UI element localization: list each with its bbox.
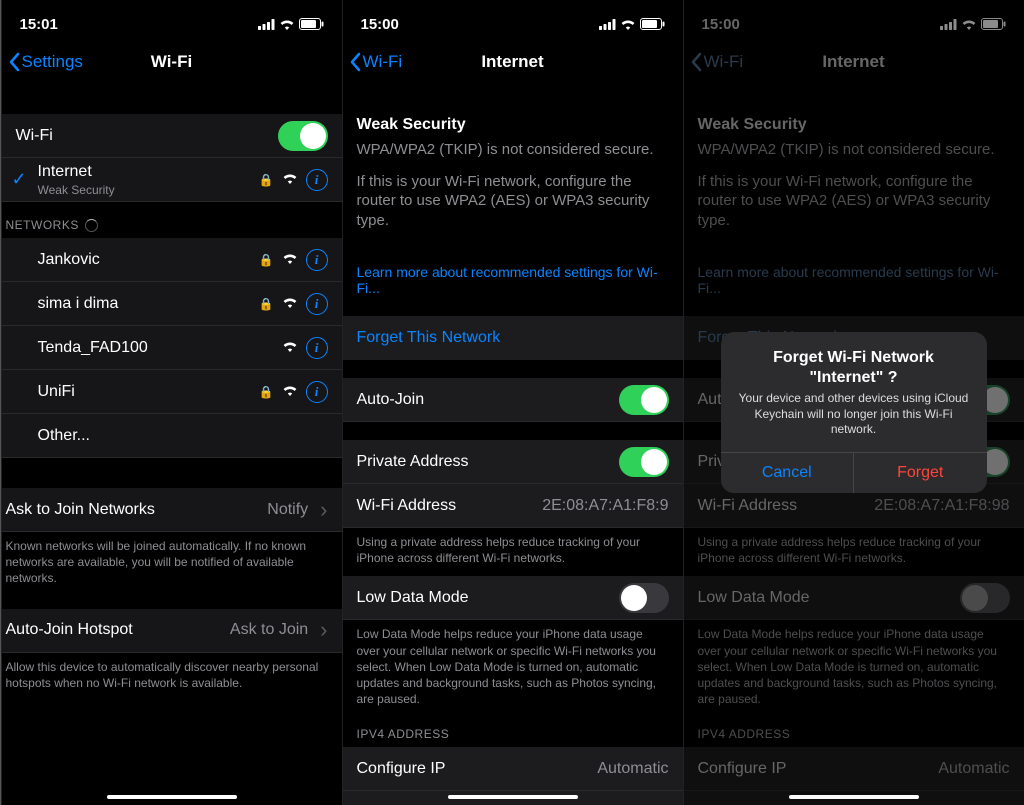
auto-join-row[interactable]: Auto-Join	[343, 378, 683, 422]
status-bar: 15:00	[343, 0, 683, 40]
auto-join-toggle[interactable]	[619, 385, 669, 415]
status-indicators	[258, 18, 324, 30]
wifi-toggle-row[interactable]: Wi-Fi	[2, 114, 342, 158]
connected-network-sub: Weak Security	[38, 183, 259, 197]
connected-network-row[interactable]: ✓ Internet Weak Security 🔒 i	[2, 158, 342, 202]
hotspot-footer: Allow this device to automatically disco…	[2, 653, 342, 695]
forget-alert: Forget Wi-Fi Network"Internet" ? Your de…	[721, 332, 987, 493]
info-icon[interactable]: i	[306, 169, 328, 191]
low-data-row[interactable]: Low Data Mode	[343, 576, 683, 620]
alert-message: Your device and other devices using iClo…	[735, 391, 973, 438]
wifi-address-row: Wi-Fi Address 2E:08:A7:A1:F8:9	[343, 484, 683, 528]
ask-join-value: Notify	[267, 497, 327, 523]
networks-header: NETWORKS	[2, 202, 342, 238]
home-indicator[interactable]	[107, 795, 237, 799]
lock-icon: 🔒	[259, 253, 274, 267]
low-data-label: Low Data Mode	[357, 589, 619, 607]
private-address-footer: Using a private address helps reduce tra…	[343, 528, 683, 570]
ipv4-header: IPV4 ADDRESS	[343, 711, 683, 747]
lock-icon: 🔒	[259, 297, 274, 311]
back-button[interactable]: Settings	[8, 52, 83, 72]
hotspot-label: Auto-Join Hotspot	[6, 621, 230, 639]
info-icon[interactable]: i	[306, 337, 328, 359]
nav-bar: Wi-Fi Internet	[343, 40, 683, 84]
nav-bar: Settings Wi-Fi	[2, 40, 342, 84]
home-indicator[interactable]	[448, 795, 578, 799]
ask-join-footer: Known networks will be joined automatica…	[2, 532, 342, 591]
network-name: UniFi	[38, 383, 259, 401]
other-network-row[interactable]: Other...	[2, 414, 342, 458]
alert-forget-button[interactable]: Forget	[853, 453, 987, 493]
configure-ip-label: Configure IP	[357, 760, 598, 778]
weak-security-block: Weak Security WPA/WPA2 (TKIP) is not con…	[343, 102, 683, 254]
chevron-left-icon	[8, 52, 20, 72]
ask-join-label: Ask to Join Networks	[6, 501, 268, 519]
wifi-icon	[282, 339, 298, 356]
private-address-label: Private Address	[357, 453, 619, 471]
info-icon[interactable]: i	[306, 249, 328, 271]
wifi-toggle[interactable]	[278, 121, 328, 151]
checkmark-icon: ✓	[12, 169, 27, 190]
network-row[interactable]: sima i dima 🔒 i	[2, 282, 342, 326]
network-row[interactable]: Tenda_FAD100 i	[2, 326, 342, 370]
private-address-toggle[interactable]	[619, 447, 669, 477]
status-time: 15:00	[361, 16, 399, 33]
wifi-icon	[282, 383, 298, 400]
alert-cancel-button[interactable]: Cancel	[721, 453, 854, 493]
info-icon[interactable]: i	[306, 381, 328, 403]
weak-security-text: WPA/WPA2 (TKIP) is not considered secure…	[357, 140, 669, 160]
connected-network-name: Internet	[38, 163, 92, 180]
alert-title: Forget Wi-Fi Network"Internet" ?	[735, 348, 973, 388]
network-row[interactable]: UniFi 🔒 i	[2, 370, 342, 414]
lock-icon: 🔒	[259, 385, 274, 399]
auto-join-label: Auto-Join	[357, 391, 619, 409]
auto-join-hotspot-row[interactable]: Auto-Join Hotspot Ask to Join	[2, 609, 342, 653]
chevron-left-icon	[349, 52, 361, 72]
wifi-settings-panel: 15:01 Settings Wi-Fi Wi-Fi ✓ Internet We…	[1, 0, 342, 805]
wifi-icon	[282, 251, 298, 268]
lock-icon: 🔒	[259, 173, 274, 187]
low-data-toggle[interactable]	[619, 583, 669, 613]
info-icon[interactable]: i	[306, 293, 328, 315]
weak-security-text: If this is your Wi-Fi network, configure…	[357, 172, 669, 231]
wifi-icon	[282, 171, 298, 188]
status-bar: 15:01	[2, 0, 342, 40]
status-time: 15:01	[20, 16, 58, 33]
network-name: sima i dima	[38, 295, 259, 313]
network-name: Other...	[38, 427, 328, 445]
status-indicators	[599, 18, 665, 30]
network-row[interactable]: Jankovic 🔒 i	[2, 238, 342, 282]
configure-ip-row[interactable]: Configure IP Automatic	[343, 747, 683, 791]
wifi-icon	[282, 295, 298, 312]
private-address-row[interactable]: Private Address	[343, 440, 683, 484]
forget-network-button[interactable]: Forget This Network	[343, 316, 683, 360]
learn-more-link[interactable]: Learn more about recommended settings fo…	[343, 254, 683, 306]
wifi-detail-alert-panel: 15:00 Wi-Fi Internet Weak Security WPA/W…	[683, 0, 1024, 805]
wifi-address-label: Wi-Fi Address	[357, 497, 543, 515]
network-name: Tenda_FAD100	[38, 339, 282, 357]
configure-ip-value: Automatic	[597, 760, 668, 778]
hotspot-value: Ask to Join	[230, 617, 328, 643]
home-indicator[interactable]	[789, 795, 919, 799]
back-button[interactable]: Wi-Fi	[349, 52, 403, 72]
ask-join-row[interactable]: Ask to Join Networks Notify	[2, 488, 342, 532]
wifi-toggle-label: Wi-Fi	[16, 127, 278, 145]
spinner-icon	[85, 219, 98, 232]
weak-security-title: Weak Security	[357, 116, 669, 134]
low-data-footer: Low Data Mode helps reduce your iPhone d…	[343, 620, 683, 711]
wifi-detail-panel: 15:00 Wi-Fi Internet Weak Security WPA/W…	[342, 0, 683, 805]
network-name: Jankovic	[38, 251, 259, 269]
wifi-address-value: 2E:08:A7:A1:F8:9	[542, 497, 668, 515]
